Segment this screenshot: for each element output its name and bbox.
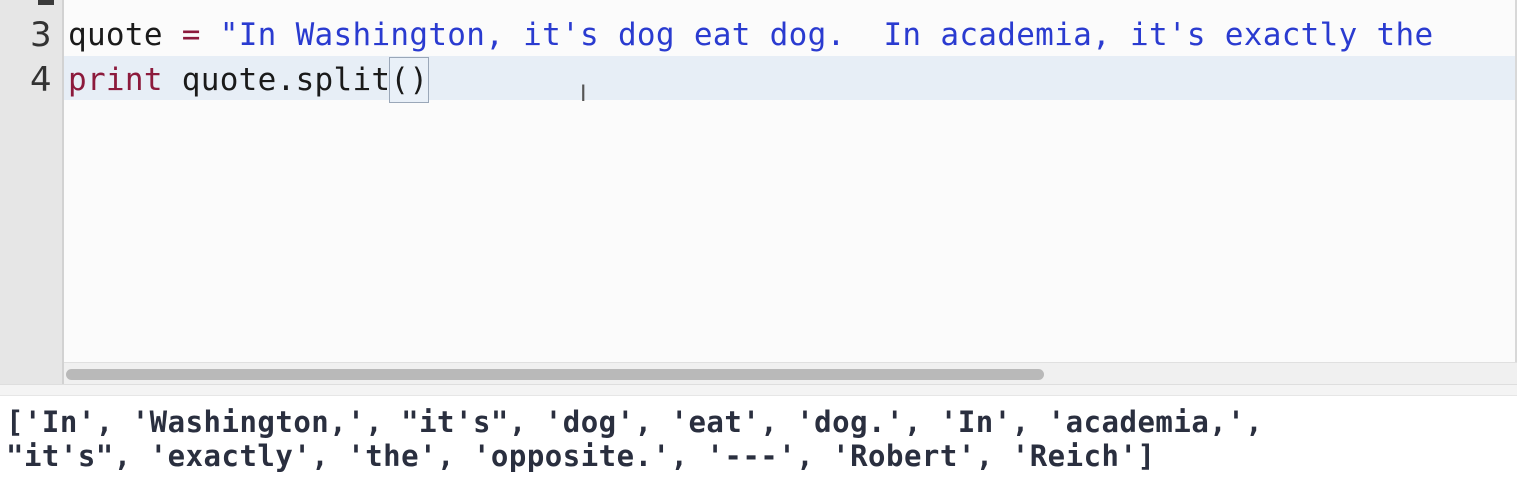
horizontal-scrollbar[interactable] [64,362,1517,384]
console-output-line: "it's", 'exactly', 'the', 'opposite.', '… [6,439,1156,473]
console-output-line: ['In', 'Washington,', "it's", 'dog', 'ea… [6,405,1264,439]
line-number-4: 4 [30,60,52,100]
code-line-4[interactable]: print quote.split() [68,57,430,103]
code-editor[interactable]: 3 4 quote = "In Washington, it's dog eat… [0,0,1517,384]
variable-name: quote [68,17,163,53]
line-number-3: 3 [30,15,52,55]
output-console: ['In', 'Washington,', "it's", 'dog', 'ea… [0,396,1517,501]
line-number-gutter: 3 4 [0,0,64,384]
text-cursor-icon: I [580,82,587,107]
print-keyword: print [68,62,163,98]
code-line-3[interactable]: quote = "In Washington, it's dog eat dog… [68,13,1433,57]
panel-splitter[interactable] [0,384,1517,396]
method-call: quote.split [162,62,391,98]
code-text-area[interactable]: quote = "In Washington, it's dog eat dog… [64,0,1517,370]
line-2-fragment [38,0,54,5]
string-literal: "In Washington, it's dog eat dog. In aca… [219,17,1434,53]
matched-parentheses: () [389,57,430,103]
assignment-operator: = [162,17,220,53]
scrollbar-thumb[interactable] [66,369,1044,380]
